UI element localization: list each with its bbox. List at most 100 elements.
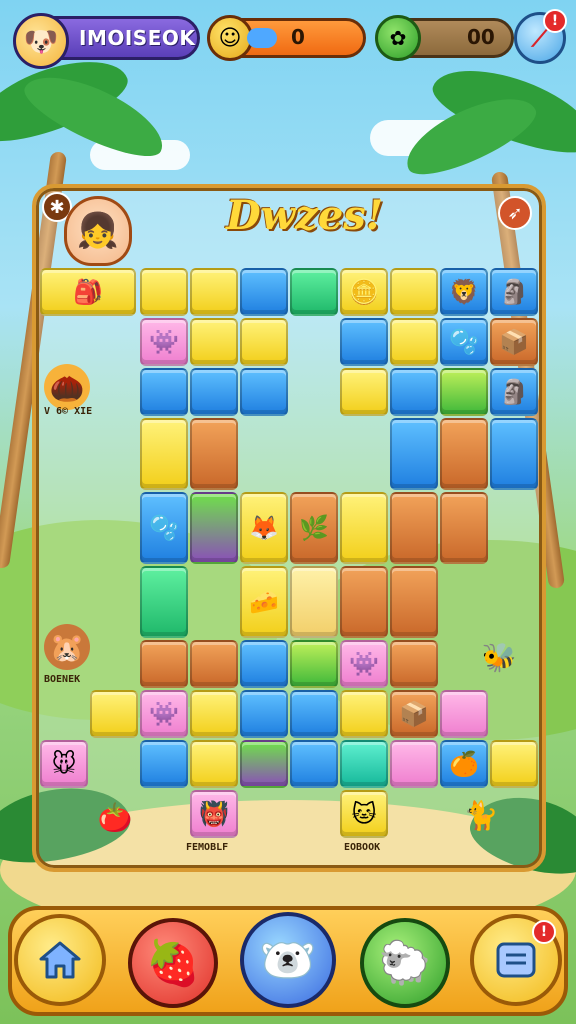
tile[interactable] (240, 640, 288, 688)
tile-coin[interactable]: 🪙 (340, 268, 388, 316)
tile[interactable] (440, 690, 488, 738)
tile[interactable] (390, 318, 438, 366)
bubble-icon: 🫧 (449, 328, 479, 356)
tile[interactable] (340, 492, 388, 564)
tile[interactable] (390, 640, 438, 688)
tile[interactable] (190, 318, 238, 366)
tile[interactable] (340, 740, 388, 788)
tile-lion[interactable]: 🦁 (440, 268, 488, 316)
tile[interactable] (490, 418, 538, 490)
gem-counter[interactable]: ✿ 00 (375, 15, 514, 61)
tile[interactable] (140, 268, 188, 316)
tile[interactable] (340, 368, 388, 416)
tile[interactable] (290, 740, 338, 788)
coin-icon: 🪙 (349, 278, 379, 306)
tile[interactable] (290, 566, 338, 638)
tomato-icon: 🍅 (97, 800, 133, 834)
character-label: BOENEK (44, 674, 81, 685)
coin-value: 0 (291, 25, 305, 49)
red-creature-icon: 🍓 (145, 938, 201, 989)
wizard-creature-icon[interactable]: 🐹 (44, 624, 90, 670)
tile-purple-blob[interactable]: 👾 (140, 690, 188, 738)
cheese-icon: 🧀 (249, 588, 279, 616)
tile-bubble[interactable]: 🫧 (140, 492, 188, 564)
tile[interactable] (240, 318, 288, 366)
tile[interactable] (440, 418, 488, 490)
coin-counter[interactable]: ☺ 0 (207, 15, 366, 61)
tile-fox[interactable]: 🦊 (240, 492, 288, 564)
crate-icon: 📦 (399, 700, 429, 728)
board-action-button[interactable]: ➶ (498, 196, 532, 230)
acorn-character-icon[interactable]: 🌰 (44, 364, 90, 410)
tile-orange[interactable]: 🍊 (440, 740, 488, 788)
tile[interactable] (290, 640, 338, 688)
cat-icon: 🐱 (351, 800, 377, 828)
tile[interactable] (390, 566, 438, 638)
tile[interactable] (440, 492, 488, 564)
tile-bubble[interactable]: 🫧 (440, 318, 488, 366)
tile[interactable] (140, 740, 188, 788)
tile[interactable] (490, 740, 538, 788)
character-label: FEMOBLF (186, 842, 229, 853)
tile[interactable] (390, 268, 438, 316)
tile-totem[interactable]: 🗿 (490, 268, 538, 316)
menu-badge: ! (532, 920, 556, 944)
tile-purple-blob[interactable]: 👾 (340, 640, 388, 688)
tile[interactable] (140, 368, 188, 416)
bush-icon: 🌿 (299, 514, 329, 542)
tile-cheese[interactable]: 🧀 (240, 566, 288, 638)
tile[interactable] (390, 368, 438, 416)
tile[interactable] (240, 268, 288, 316)
board-title: Dwzes! (226, 192, 384, 239)
tile[interactable] (240, 690, 288, 738)
crate-icon: 📦 (499, 328, 529, 356)
top-hud: 🐶 IMOISEOK ☺ 0 ✿ 00 ⟋ ! (10, 9, 567, 69)
tile-purple-blob[interactable]: 👾 (140, 318, 188, 366)
tile[interactable] (390, 492, 438, 564)
blue-creature-button[interactable]: 🐻‍❄️ (240, 912, 336, 1008)
red-creature-button[interactable]: 🍓 (128, 918, 218, 1008)
tile-mouse[interactable]: 🐭 (40, 740, 88, 788)
tile[interactable] (90, 690, 138, 738)
tile-backpack[interactable]: 🎒 (40, 268, 136, 316)
tile[interactable] (240, 368, 288, 416)
tile[interactable] (290, 690, 338, 738)
tile[interactable] (190, 268, 238, 316)
tile[interactable] (340, 318, 388, 366)
player-name: IMOISEOK (79, 26, 196, 50)
tile[interactable] (440, 368, 488, 416)
tile[interactable] (290, 268, 338, 316)
tile[interactable] (140, 566, 188, 638)
home-button[interactable] (14, 914, 106, 1006)
backpack-icon: 🎒 (73, 278, 103, 306)
menu-icon (496, 942, 536, 978)
tile-bush[interactable]: 🌿 (290, 492, 338, 564)
player-profile[interactable]: 🐶 IMOISEOK (13, 13, 200, 69)
gem-value: 00 (467, 25, 495, 49)
tile-crate[interactable]: 📦 (490, 318, 538, 366)
tile[interactable] (390, 740, 438, 788)
mouse-icon: 🐭 (51, 750, 77, 778)
tile[interactable] (190, 740, 238, 788)
tile[interactable] (340, 566, 388, 638)
tile[interactable] (140, 640, 188, 688)
tile[interactable] (140, 418, 188, 490)
tile-crate[interactable]: 📦 (390, 690, 438, 738)
tile[interactable] (190, 640, 238, 688)
blue-creature-icon: 🐻‍❄️ (259, 932, 317, 987)
tile[interactable] (190, 418, 238, 490)
player-avatar-icon[interactable]: 🐶 (13, 13, 69, 69)
tile[interactable] (240, 740, 288, 788)
tile[interactable] (390, 418, 438, 490)
green-creature-button[interactable]: 🐑 (360, 918, 450, 1008)
tile[interactable] (190, 690, 238, 738)
tile[interactable] (190, 368, 238, 416)
tile-idol[interactable]: 🗿 (490, 368, 538, 416)
menu-button[interactable]: ! (470, 914, 562, 1006)
coin-progress-bar (247, 28, 277, 48)
tile-purple-monster[interactable]: 👹 (190, 790, 238, 838)
tile[interactable] (340, 690, 388, 738)
settings-button[interactable]: ⟋ ! (514, 9, 567, 64)
tile-cat[interactable]: 🐱 (340, 790, 388, 838)
tile[interactable] (190, 492, 238, 564)
